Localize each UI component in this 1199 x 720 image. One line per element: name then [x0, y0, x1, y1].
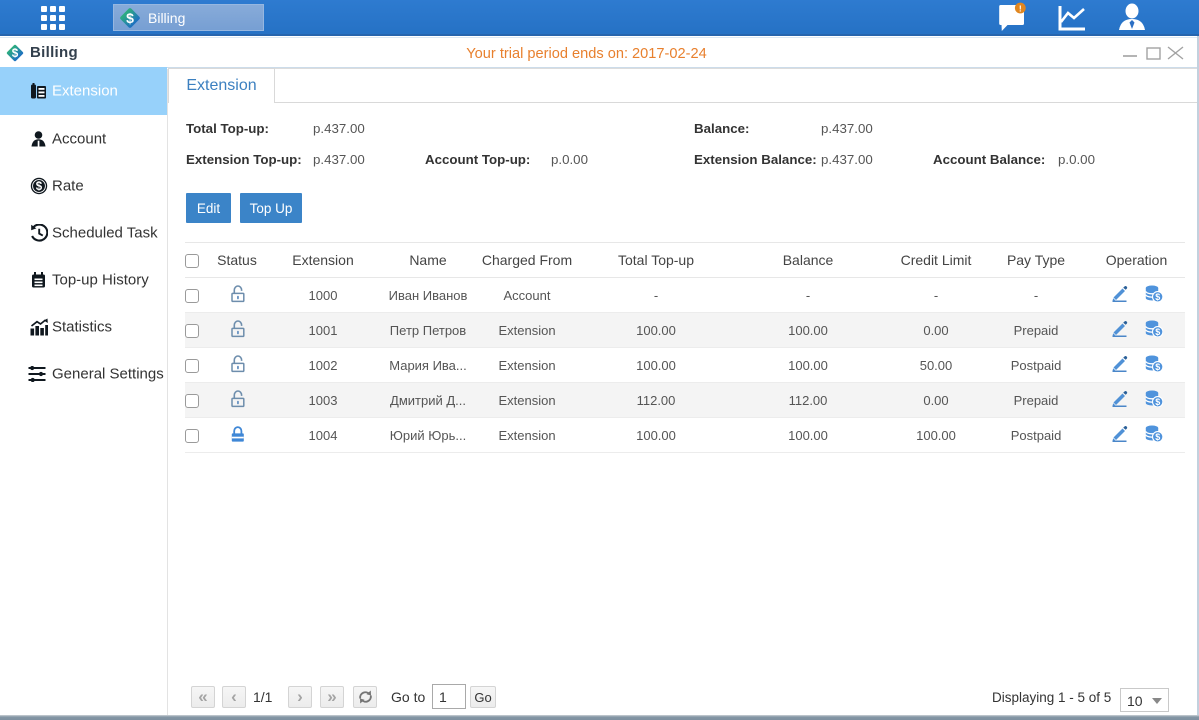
svg-text:!: ! — [1019, 3, 1022, 13]
svg-text:$: $ — [126, 10, 134, 26]
svg-text:$: $ — [36, 181, 43, 193]
